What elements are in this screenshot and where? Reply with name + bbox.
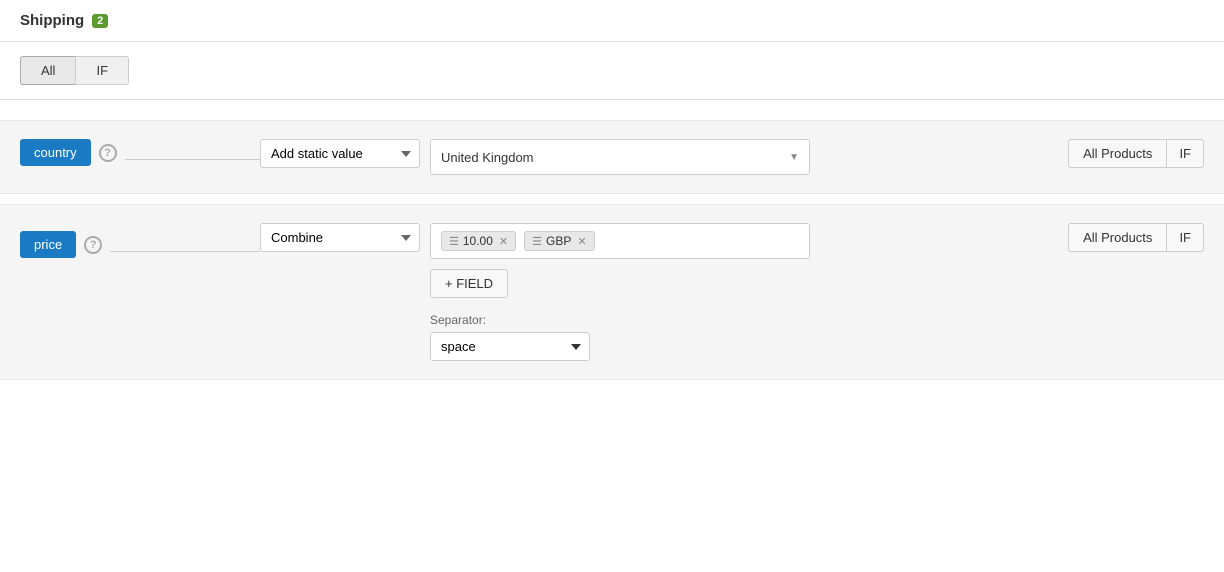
price-tag-currency-text: GBP [546,234,571,248]
separator-section: Separator: space none - _ / [430,313,1058,361]
tab-all[interactable]: All [20,56,75,85]
country-controls: Add static value United Kingdom ▼ [260,139,1058,175]
country-operator-select[interactable]: Add static value [260,139,420,168]
price-all-products-button[interactable]: All Products [1068,223,1166,252]
price-tag-icon-value: ☰ [449,235,459,248]
country-rule-row: country ? Add static value United Kingdo… [0,120,1224,194]
price-if-button[interactable]: IF [1166,223,1204,252]
separator-label: Separator: [430,313,1058,327]
country-help-icon[interactable]: ? [99,144,117,162]
price-label-button[interactable]: price [20,231,76,258]
price-rule-row: price ? Combine ☰ 10.00 [0,204,1224,380]
country-label-button[interactable]: country [20,139,91,166]
price-tag-value-close[interactable]: ✕ [499,235,508,248]
price-tag-icon-currency: ☰ [532,235,542,248]
price-help-icon[interactable]: ? [84,236,102,254]
price-tag-currency-close[interactable]: ✕ [577,235,586,248]
price-actions: All Products IF [1068,223,1204,252]
price-top-row: ☰ 10.00 ✕ ☰ GBP ✕ [430,223,1058,259]
add-field-button[interactable]: + FIELD [430,269,508,298]
page-wrapper: Shipping 2 All IF country ? Add static v… [0,0,1224,572]
price-controls: Combine ☰ 10.00 ✕ ☰ G [260,223,1058,361]
price-tag-input-box[interactable]: ☰ 10.00 ✕ ☰ GBP ✕ [430,223,810,259]
country-if-button[interactable]: IF [1166,139,1204,168]
price-label-wrap: price ? [20,223,260,258]
rules-container: country ? Add static value United Kingdo… [0,100,1224,400]
price-tag-value-text: 10.00 [463,234,493,248]
price-connector [110,251,260,252]
country-value-text: United Kingdom [441,150,789,165]
tabs-section: All IF [0,42,1224,100]
country-actions: All Products IF [1068,139,1204,168]
price-rule-content: ☰ 10.00 ✕ ☰ GBP ✕ + FIELD [430,223,1058,361]
tab-if[interactable]: IF [75,56,129,85]
shipping-badge: 2 [92,14,108,28]
separator-select[interactable]: space none - _ / [430,332,590,361]
price-tag-currency: ☰ GBP ✕ [524,231,594,251]
country-all-products-button[interactable]: All Products [1068,139,1166,168]
header-section: Shipping 2 [0,0,1224,42]
country-label-wrap: country ? [20,139,260,166]
price-tag-value: ☰ 10.00 ✕ [441,231,516,251]
country-value-arrow: ▼ [789,152,799,163]
country-connector [125,159,260,160]
country-value-input[interactable]: United Kingdom ▼ [430,139,810,175]
price-operator-select[interactable]: Combine [260,223,420,252]
page-title: Shipping [20,12,84,29]
